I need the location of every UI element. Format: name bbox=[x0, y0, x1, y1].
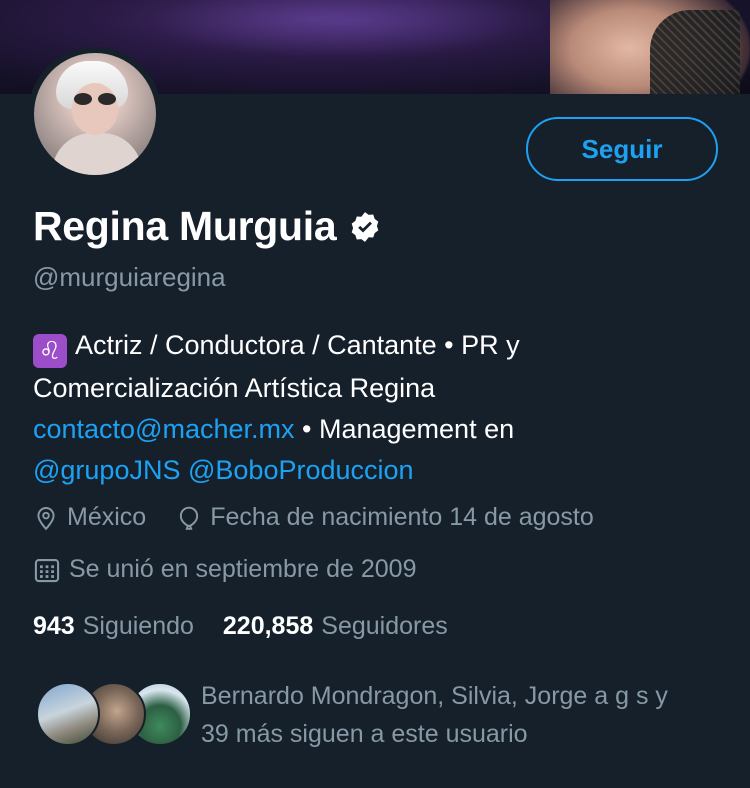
mention-boboproduccion-link[interactable]: @BoboProduccion bbox=[188, 455, 414, 485]
following-count-link[interactable]: 943 Siguiendo bbox=[33, 612, 194, 640]
profile-bio: ♌ Actriz / Conductora / Cantante • PR y C… bbox=[33, 325, 723, 491]
balloon-icon bbox=[180, 506, 199, 530]
location-text: México bbox=[67, 503, 147, 531]
bio-email-link[interactable]: contacto@macher.mx bbox=[33, 414, 295, 444]
follower-avatar-1 bbox=[36, 682, 100, 746]
leo-emoji-icon: ♌ bbox=[33, 334, 67, 368]
location-pin-icon bbox=[37, 506, 55, 530]
location-item: México bbox=[33, 503, 146, 532]
avatar-glasses bbox=[74, 93, 118, 105]
bio-line-2: Comercialización Artística Regina bbox=[33, 373, 436, 403]
birthday-text: Fecha de nacimiento 14 de agosto bbox=[210, 503, 594, 531]
followed-by-text: Bernardo Mondragon, Silvia, Jorge a g s … bbox=[201, 677, 731, 753]
banner-glow bbox=[150, 0, 550, 60]
joined-text: Se unió en septiembre de 2009 bbox=[69, 555, 417, 583]
profile-name: Regina Murguia bbox=[33, 203, 337, 249]
profile-handle: @murguiaregina bbox=[33, 262, 226, 292]
profile-meta-row-1: México Fecha de nacimiento 14 de agosto bbox=[33, 503, 594, 532]
joined-item: Se unió en septiembre de 2009 bbox=[33, 555, 416, 584]
followers-label: Seguidores bbox=[321, 612, 448, 640]
calendar-icon bbox=[34, 558, 60, 582]
followed-by-line-2: 39 más siguen a este usuario bbox=[201, 720, 528, 748]
profile-meta-row-2: Se unió en septiembre de 2009 bbox=[33, 555, 416, 584]
followed-by-row[interactable]: Bernardo Mondragon, Silvia, Jorge a g s … bbox=[36, 682, 736, 748]
bio-line-1: Actriz / Conductora / Cantante • PR y bbox=[75, 330, 520, 360]
following-label: Siguiendo bbox=[82, 612, 194, 640]
followers-count-link[interactable]: 220,858 Seguidores bbox=[223, 612, 448, 640]
avatar-face bbox=[72, 83, 118, 135]
verified-badge-icon bbox=[352, 211, 379, 242]
follow-button[interactable]: Seguir bbox=[526, 117, 718, 181]
follow-counts: 943 Siguiendo 220,858 Seguidores bbox=[33, 612, 470, 641]
followers-count: 220,858 bbox=[222, 612, 314, 640]
avatar-body bbox=[52, 133, 142, 175]
birthday-item: Fecha de nacimiento 14 de agosto bbox=[176, 503, 594, 532]
mention-grupojns-link[interactable]: @grupoJNS bbox=[33, 455, 180, 485]
following-count: 943 bbox=[33, 612, 75, 640]
followed-by-line-1: Bernardo Mondragon, Silvia, Jorge a g s … bbox=[201, 682, 668, 710]
avatar[interactable] bbox=[34, 53, 156, 175]
bio-management-text: • Management en bbox=[294, 414, 515, 444]
banner-figure-outfit bbox=[650, 10, 740, 94]
name-row: Regina Murguia bbox=[33, 203, 382, 250]
